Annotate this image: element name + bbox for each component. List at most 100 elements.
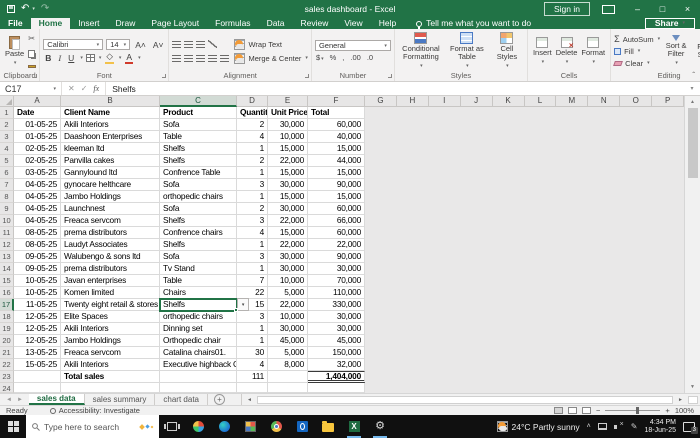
cell-C19[interactable]: Dinning set	[160, 323, 237, 335]
cell-D7[interactable]: 3	[237, 179, 268, 191]
tab-file[interactable]: File	[0, 18, 31, 29]
empty-cells-area[interactable]	[365, 299, 684, 311]
cell-E15[interactable]: 10,000	[268, 275, 308, 287]
cell-A2[interactable]: 01-05-25	[14, 119, 61, 131]
cell-B13[interactable]: Walubengo & sons ltd	[61, 251, 160, 263]
cell-A14[interactable]: 09-05-25	[14, 263, 61, 275]
app-icon-edge[interactable]	[211, 415, 237, 438]
format-cells-button[interactable]: Format ▾	[579, 36, 607, 67]
cell-B19[interactable]: Akili Interiors	[61, 323, 160, 335]
cell-F15[interactable]: 70,000	[308, 275, 365, 287]
cell-E16[interactable]: 5,000	[268, 287, 308, 299]
cell-A12[interactable]: 08-05-25	[14, 239, 61, 251]
font-name-select[interactable]: Calibri ▾	[43, 39, 104, 50]
collapse-ribbon-icon[interactable]: ˆ	[692, 71, 695, 80]
column-header-P[interactable]: P	[652, 96, 685, 107]
cell-F22[interactable]: 32,000	[308, 359, 365, 371]
cell-D6[interactable]: 1	[237, 167, 268, 179]
cell-E2[interactable]: 30,000	[268, 119, 308, 131]
tab-formulas[interactable]: Formulas	[207, 18, 258, 29]
start-button[interactable]	[0, 415, 26, 438]
empty-cells-area[interactable]	[365, 323, 684, 335]
cell-C3[interactable]: Table	[160, 131, 237, 143]
conditional-formatting-button[interactable]: Conditional Formatting ▾	[398, 31, 444, 71]
scroll-down-icon[interactable]: ▼	[685, 381, 700, 393]
zoom-out-icon[interactable]: −	[596, 406, 600, 415]
align-left-icon[interactable]	[172, 54, 182, 62]
cell-C18[interactable]: orthopedic chairs	[160, 311, 237, 323]
row-header-12[interactable]: 12	[0, 239, 14, 251]
column-header-M[interactable]: M	[556, 96, 589, 107]
increase-decimal-icon[interactable]: .00	[350, 53, 360, 62]
cell-E4[interactable]: 15,000	[268, 143, 308, 155]
cell-A5[interactable]: 02-05-25	[14, 155, 61, 167]
paste-button[interactable]: Paste ▾	[3, 35, 26, 68]
cut-icon[interactable]: ✂	[28, 34, 36, 43]
currency-format-button[interactable]: $▾	[316, 53, 324, 62]
cell-C21[interactable]: Catalina chairs01.	[160, 347, 237, 359]
cell-A17[interactable]: 11-05-25	[14, 299, 61, 311]
align-middle-icon[interactable]	[184, 40, 194, 48]
cell-B17[interactable]: Twenty eight retail & stores	[61, 299, 160, 311]
cell-C13[interactable]: Sofa	[160, 251, 237, 263]
empty-cells-area[interactable]	[365, 263, 684, 275]
notification-center-icon[interactable]: 3	[683, 421, 698, 434]
save-icon[interactable]	[7, 5, 15, 13]
validation-dropdown-icon[interactable]: ▾	[237, 298, 249, 311]
sheet-tab-sales-summary[interactable]: sales summary	[85, 394, 156, 405]
minimize-button[interactable]: –	[625, 0, 650, 18]
empty-cells-area[interactable]	[365, 143, 684, 155]
cell-C12[interactable]: Shelfs	[160, 239, 237, 251]
wrap-text-button[interactable]: Wrap Text	[234, 38, 307, 50]
pen-icon[interactable]: ✎	[631, 422, 638, 431]
borders-icon[interactable]	[85, 53, 95, 62]
tab-draw[interactable]: Draw	[108, 18, 144, 29]
empty-cells-area[interactable]	[365, 203, 684, 215]
cell-D22[interactable]: 4	[237, 359, 268, 371]
cell-C4[interactable]: Shelfs	[160, 143, 237, 155]
cell-D19[interactable]: 1	[237, 323, 268, 335]
decrease-decimal-icon[interactable]: .0	[367, 53, 373, 62]
cell-A13[interactable]: 09-05-25	[14, 251, 61, 263]
row-header-20[interactable]: 20	[0, 335, 14, 347]
cell-A8[interactable]: 04-05-25	[14, 191, 61, 203]
cell-C2[interactable]: Sofa	[160, 119, 237, 131]
cell-F9[interactable]: 60,000	[308, 203, 365, 215]
horizontal-scrollbar[interactable]: ◄ ►	[240, 394, 700, 405]
dialog-launcher-icon[interactable]	[162, 74, 167, 78]
cell-B22[interactable]: Akili Interiors	[61, 359, 160, 371]
align-right-icon[interactable]	[196, 54, 206, 62]
cell-A22[interactable]: 15-05-25	[14, 359, 61, 371]
cell-A4[interactable]: 02-05-25	[14, 143, 61, 155]
tab-data[interactable]: Data	[259, 18, 293, 29]
row-header-9[interactable]: 9	[0, 203, 14, 215]
cell-E18[interactable]: 10,000	[268, 311, 308, 323]
row-header-4[interactable]: 4	[0, 143, 14, 155]
cell-F23[interactable]: 1,404,000	[308, 371, 365, 383]
row-header-19[interactable]: 19	[0, 323, 14, 335]
display-icon[interactable]	[597, 423, 607, 430]
cell-E20[interactable]: 45,000	[268, 335, 308, 347]
orientation-icon[interactable]	[208, 40, 218, 48]
app-icon-outlook[interactable]	[289, 415, 315, 438]
empty-cells-area[interactable]	[365, 335, 684, 347]
comma-format-button[interactable]: ,	[342, 53, 344, 62]
cell-F2[interactable]: 60,000	[308, 119, 365, 131]
cell-C10[interactable]: Shelfs	[160, 215, 237, 227]
empty-cells-area[interactable]	[365, 383, 684, 393]
decrease-indent-icon[interactable]	[208, 54, 218, 62]
cell-F7[interactable]: 90,000	[308, 179, 365, 191]
horizontal-scrollbar-thumb[interactable]	[256, 395, 674, 404]
find-select-button[interactable]: Find & Select ▾	[692, 34, 700, 69]
row-header-6[interactable]: 6	[0, 167, 14, 179]
normal-view-icon[interactable]	[554, 407, 564, 414]
column-header-C[interactable]: C	[160, 96, 237, 107]
row-header-5[interactable]: 5	[0, 155, 14, 167]
tab-help[interactable]: Help	[371, 18, 404, 29]
sheet-nav-left-icon[interactable]: ◄	[6, 397, 12, 403]
font-color-icon[interactable]: A	[124, 52, 134, 64]
column-header-O[interactable]: O	[620, 96, 653, 107]
row-header-11[interactable]: 11	[0, 227, 14, 239]
cell-F6[interactable]: 15,000	[308, 167, 365, 179]
cell-C1[interactable]: Product	[160, 107, 237, 119]
